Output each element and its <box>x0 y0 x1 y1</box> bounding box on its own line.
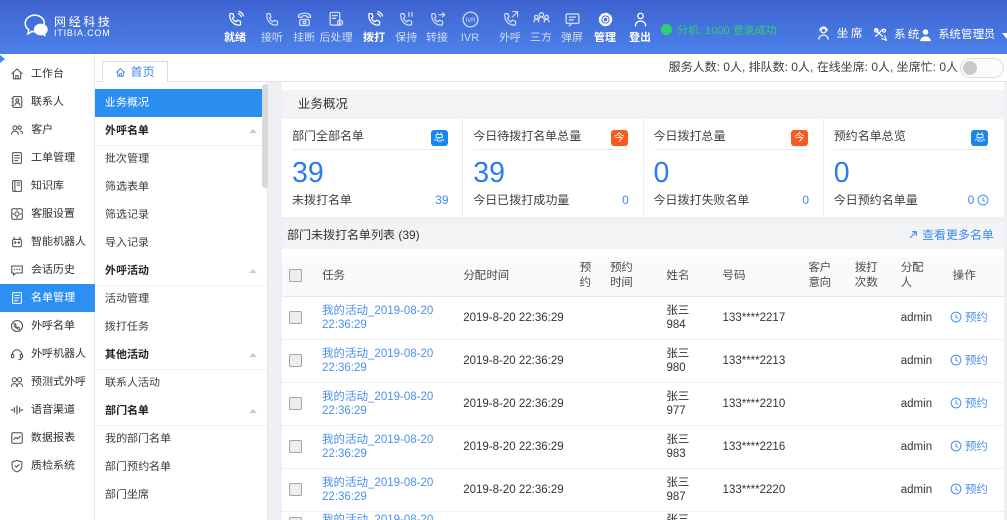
svg-text:IVR: IVR <box>465 18 475 24</box>
